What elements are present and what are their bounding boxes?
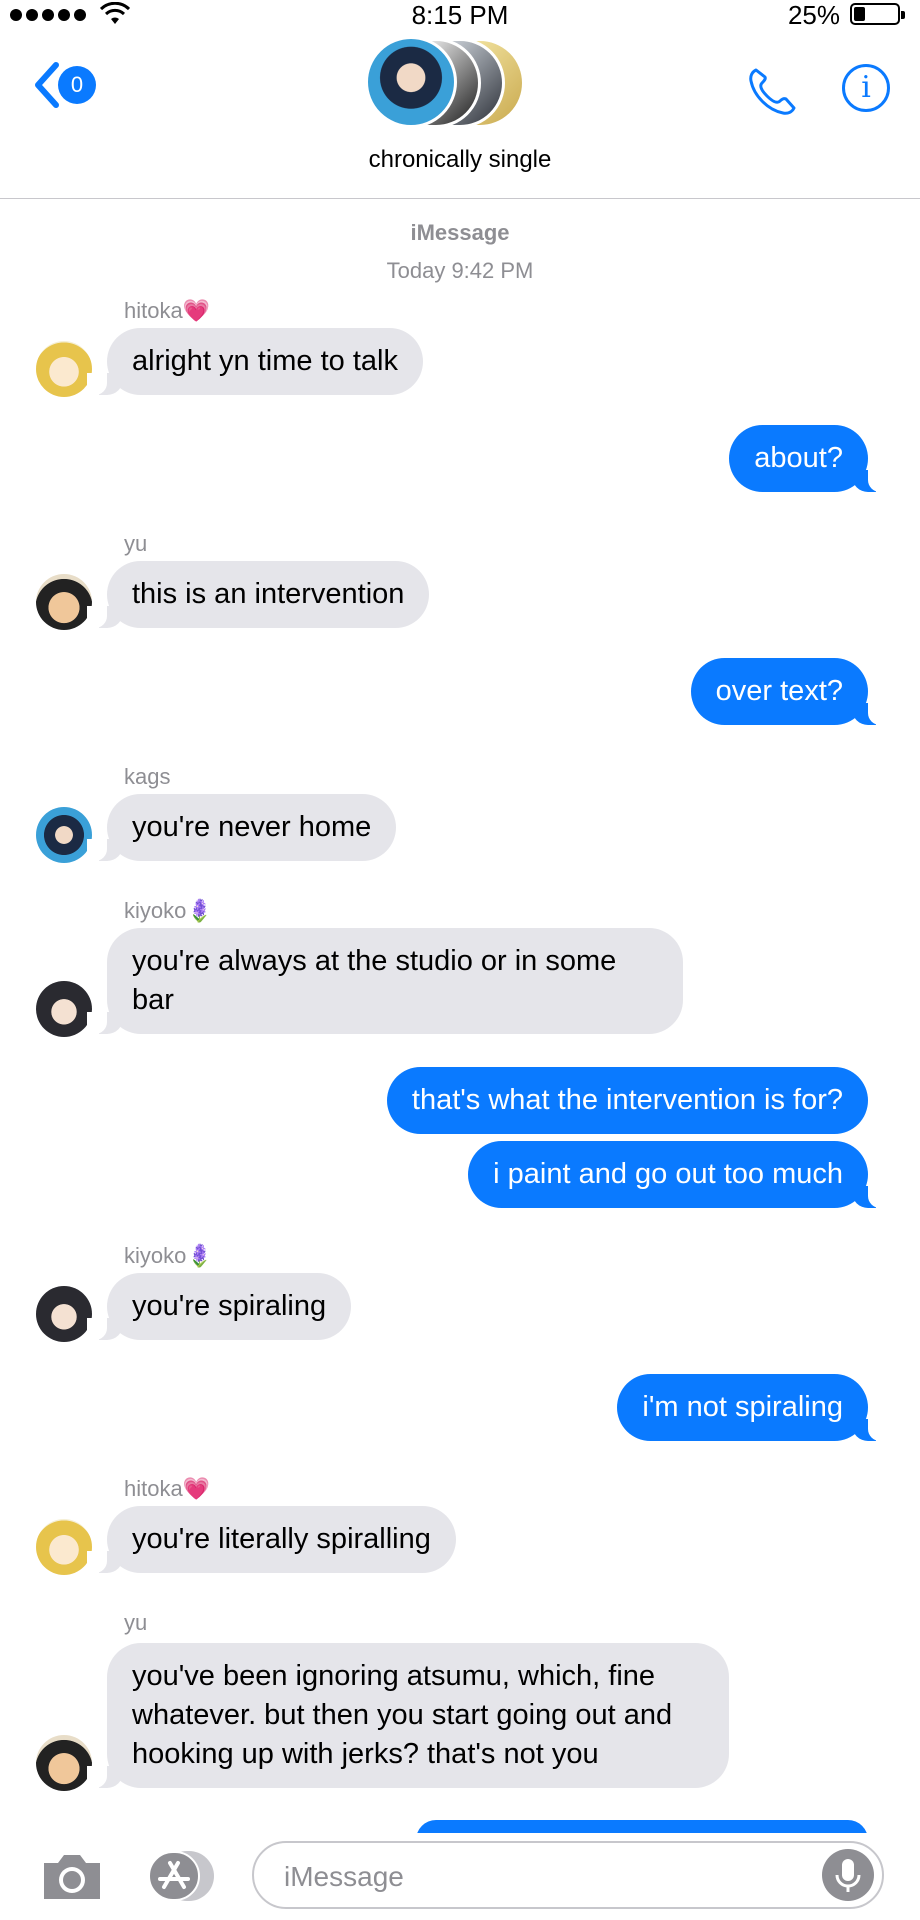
sender-name: kiyoko🪻 — [124, 1243, 214, 1268]
battery-percent: 25% — [787, 0, 840, 30]
hyacinth-emoji-icon: 🪻 — [186, 898, 214, 923]
outgoing-message-bubble[interactable]: that's what the intervention is for? — [386, 1067, 868, 1134]
incoming-message-bubble[interactable]: you're spiraling — [86, 1273, 352, 1340]
message-input[interactable]: iMessage — [252, 1841, 884, 1909]
service-label: iMessage — [410, 220, 510, 245]
avatar[interactable] — [36, 1286, 92, 1342]
avatar[interactable] — [36, 807, 92, 863]
sender-name: kiyoko🪻 — [124, 898, 214, 923]
incoming-message-bubble[interactable]: you've been ignoring atsumu, which, fine… — [87, 1643, 729, 1788]
sender-name: hitoka💗 — [124, 1476, 211, 1501]
status-bar: 8:15 PM 25% — [0, 0, 920, 30]
group-avatars[interactable] — [365, 36, 565, 132]
camera-icon[interactable] — [40, 1851, 104, 1903]
info-icon[interactable]: i — [842, 64, 890, 112]
group-name[interactable]: chronically single — [0, 146, 920, 174]
microphone-icon[interactable] — [822, 1849, 874, 1901]
outgoing-message-bubble[interactable]: about? — [729, 425, 888, 492]
outgoing-message-bubble[interactable]: over text? — [690, 658, 889, 725]
phone-icon[interactable] — [746, 66, 798, 118]
heart-emoji-icon: 💗 — [182, 1476, 211, 1501]
conversation-timestamp: Today 9:42 PM — [386, 258, 534, 283]
outgoing-message-bubble[interactable]: i paint and go out too much — [468, 1141, 888, 1208]
unread-count-badge: 0 — [58, 66, 96, 104]
message-thread[interactable]: iMessage Today 9:42 PM hitoka💗 alright y… — [0, 198, 920, 1833]
sender-name: hitoka💗 — [124, 298, 211, 323]
compose-bar: iMessage — [0, 1833, 920, 1920]
incoming-message-bubble[interactable]: you're literally spiralling — [87, 1506, 456, 1573]
outgoing-message-bubble[interactable] — [416, 1820, 868, 1833]
conversation-header: 0 chronically single i — [0, 30, 920, 199]
avatar[interactable] — [36, 1735, 92, 1791]
sender-name: yu — [124, 531, 148, 556]
avatar[interactable] — [36, 1519, 92, 1575]
message-input-placeholder: iMessage — [284, 1861, 404, 1892]
avatar[interactable] — [36, 981, 92, 1037]
incoming-message-bubble[interactable]: you're always at the studio or in some b… — [87, 928, 683, 1034]
hyacinth-emoji-icon: 🪻 — [186, 1243, 214, 1268]
sender-name: yu — [124, 1610, 148, 1635]
battery-icon — [850, 3, 905, 25]
incoming-message-bubble[interactable]: you're never home — [86, 794, 397, 861]
avatar[interactable] — [36, 574, 92, 630]
incoming-message-bubble[interactable]: alright yn time to talk — [87, 328, 423, 395]
back-button[interactable]: 0 — [30, 60, 96, 110]
outgoing-message-bubble[interactable]: i'm not spiraling — [617, 1374, 888, 1441]
incoming-message-bubble[interactable]: this is an intervention — [86, 561, 430, 628]
heart-emoji-icon: 💗 — [182, 298, 211, 323]
sender-name: kags — [124, 764, 171, 789]
app-store-icon[interactable] — [148, 1851, 218, 1901]
group-member-avatar — [365, 36, 457, 128]
status-time: 8:15 PM — [411, 0, 509, 30]
avatar[interactable] — [36, 341, 92, 397]
